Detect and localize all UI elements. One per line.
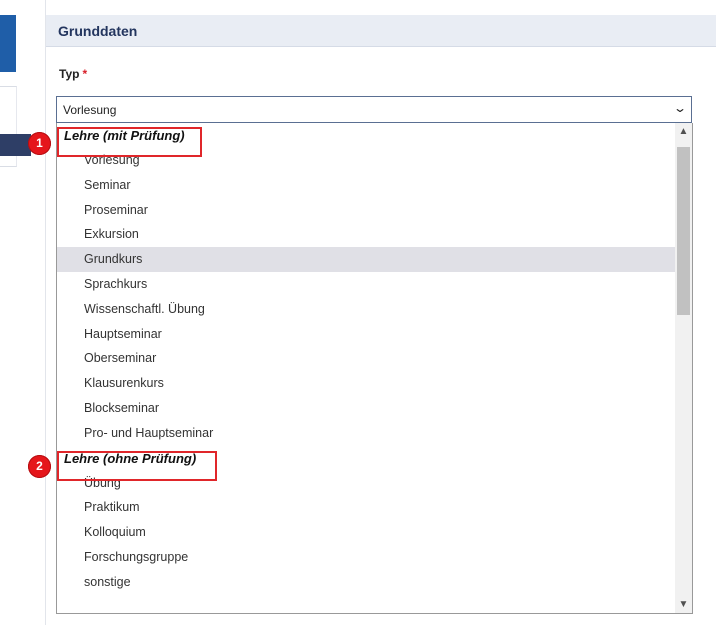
option-klausurenkurs[interactable]: Klausurenkurs [57, 371, 676, 396]
required-marker: * [82, 67, 88, 81]
field-label-typ: Typ * [59, 67, 87, 81]
dropdown-scrollbar[interactable]: ▲ ▼ [675, 123, 692, 613]
option-forschungsgruppe[interactable]: Forschungsgruppe [57, 545, 676, 570]
annotation-badge-1: 1 [28, 132, 51, 155]
option-proseminar[interactable]: Proseminar [57, 198, 676, 223]
typ-select[interactable]: Vorlesung ⌄ [56, 96, 692, 123]
scroll-down-arrow-icon[interactable]: ▼ [675, 596, 692, 613]
option-oberseminar[interactable]: Oberseminar [57, 346, 676, 371]
option-pro-und-hauptseminar[interactable]: Pro- und Hauptseminar [57, 421, 676, 446]
left-panel-fragment [0, 86, 17, 135]
option-sonstige[interactable]: sonstige [57, 570, 676, 595]
optgroup-lehre-ohne-pruefung: Lehre (ohne Prüfung) [64, 450, 197, 466]
left-panel-blue-block [0, 15, 16, 72]
option-sprachkurs[interactable]: Sprachkurs [57, 272, 676, 297]
left-panel-active-tab[interactable] [0, 134, 31, 156]
option-kolloquium[interactable]: Kolloquium [57, 520, 676, 545]
annotation-badge-2: 2 [28, 455, 51, 478]
option-seminar[interactable]: Seminar [57, 173, 676, 198]
option-hauptseminar[interactable]: Hauptseminar [57, 322, 676, 347]
content-divider [45, 0, 46, 625]
optgroup-lehre-mit-pruefung: Lehre (mit Prüfung) [64, 128, 185, 143]
option-vorlesung[interactable]: Vorlesung [57, 148, 676, 173]
field-label-text: Typ [59, 67, 80, 81]
option-wissenschaftl-uebung[interactable]: Wissenschaftl. Übung [57, 297, 676, 322]
option-exkursion[interactable]: Exkursion [57, 222, 676, 247]
option-blockseminar[interactable]: Blockseminar [57, 396, 676, 421]
typ-select-value: Vorlesung [63, 103, 117, 117]
left-panel-fragment-bottom [0, 156, 17, 167]
option-praktikum[interactable]: Praktikum [57, 495, 676, 520]
scrollbar-thumb[interactable] [677, 147, 690, 315]
section-header: Grunddaten [46, 15, 716, 47]
option-grundkurs[interactable]: Grundkurs [57, 247, 676, 272]
section-title: Grunddaten [58, 23, 138, 39]
typ-dropdown-list[interactable]: Lehre (mit Prüfung) Vorlesung Seminar Pr… [56, 123, 693, 614]
option-uebung[interactable]: Übung [57, 471, 676, 496]
scroll-up-arrow-icon[interactable]: ▲ [675, 123, 692, 140]
chevron-down-icon[interactable]: ⌄ [673, 101, 687, 115]
